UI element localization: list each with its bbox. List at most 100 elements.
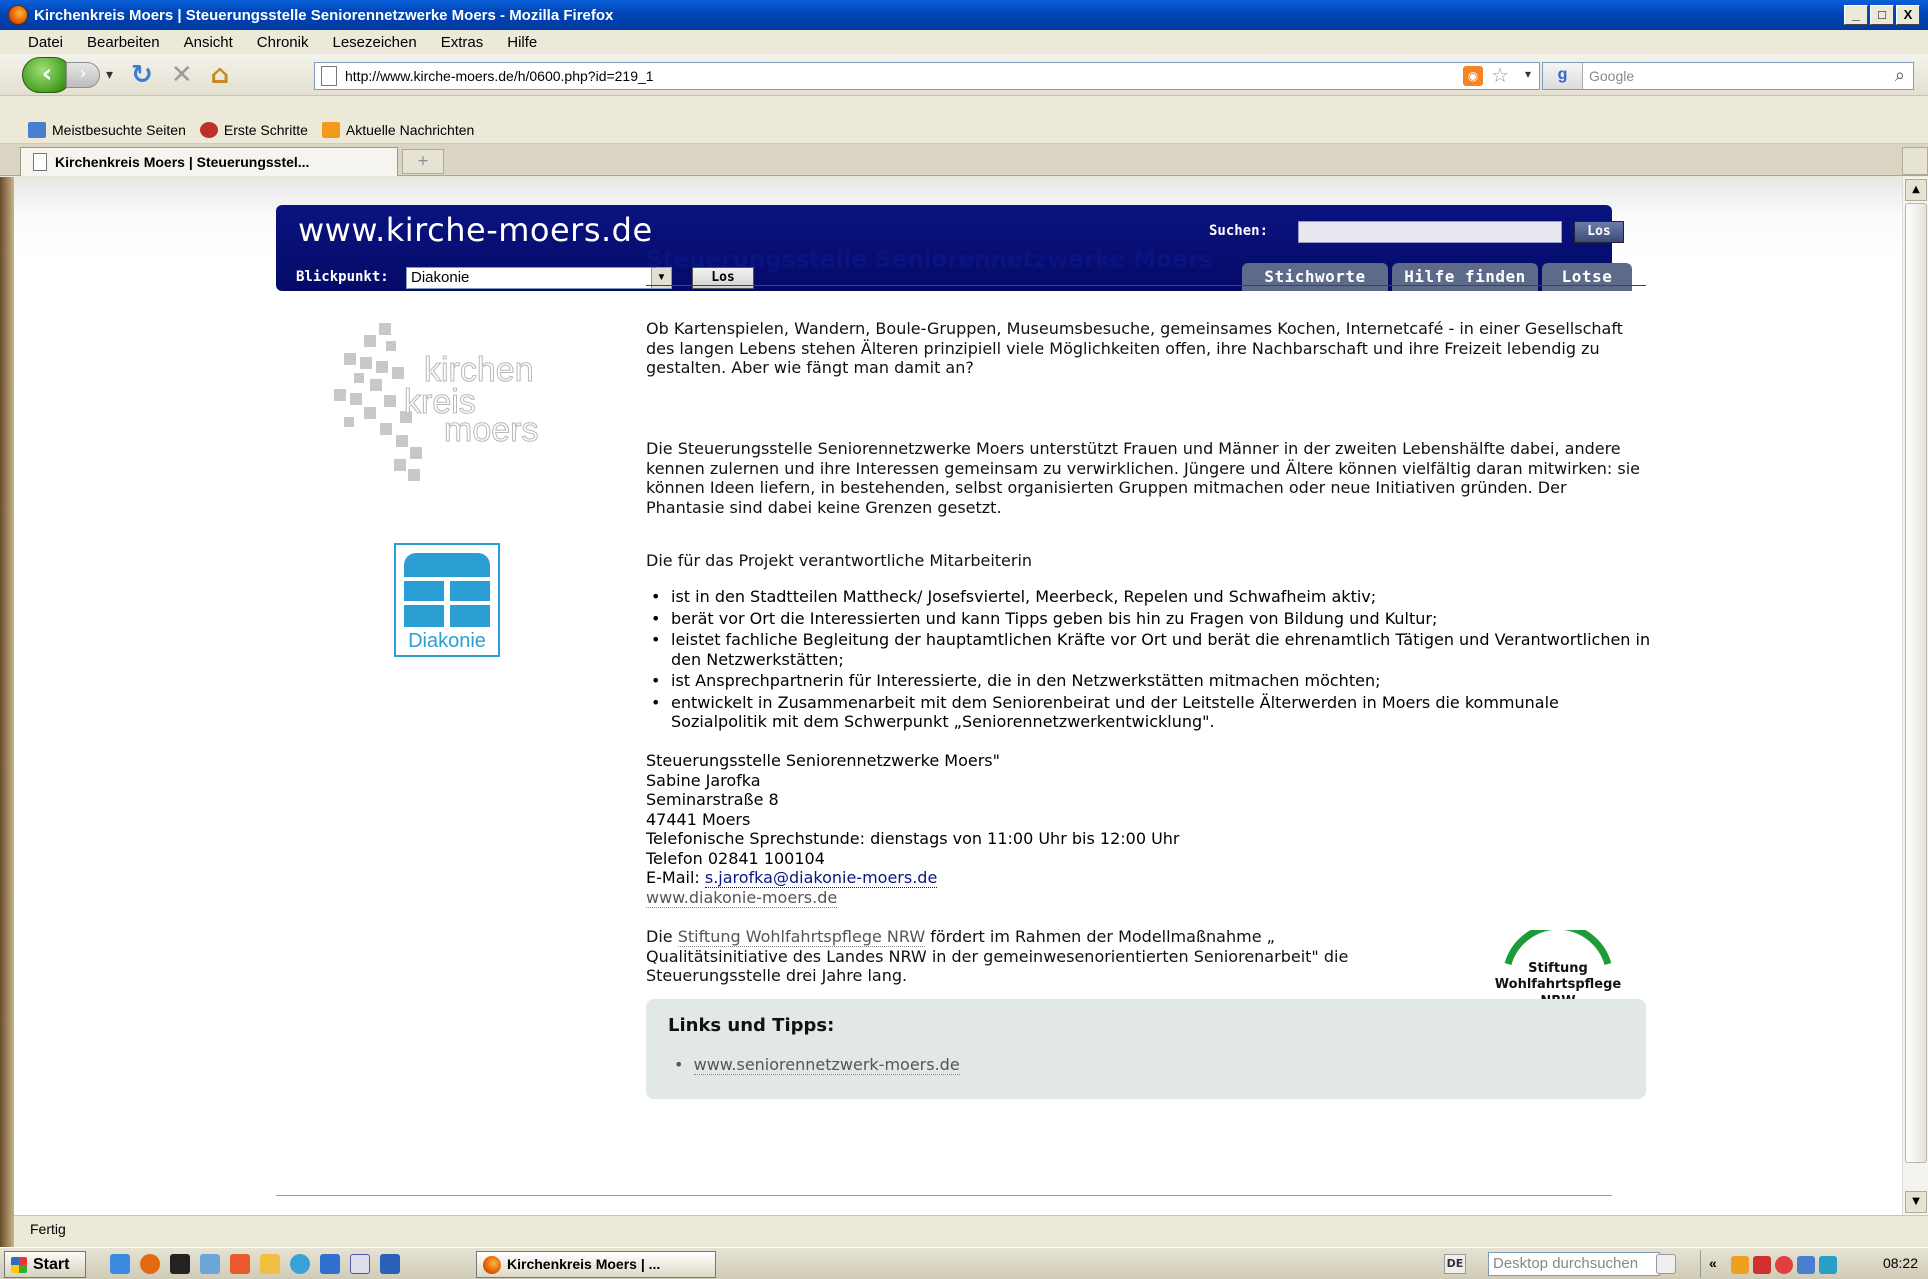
tray-icon-5[interactable]: [1819, 1256, 1837, 1274]
ie-icon[interactable]: [110, 1254, 130, 1274]
tips-title: Links und Tipps:: [668, 1015, 835, 1036]
email-link[interactable]: s.jarofka@diakonie-moers.de: [704, 868, 938, 888]
language-indicator[interactable]: DE: [1444, 1254, 1466, 1274]
funding-pre: Die: [646, 927, 678, 946]
site-search-input[interactable]: [1298, 221, 1562, 243]
forward-button[interactable]: ›: [66, 61, 100, 88]
reload-icon[interactable]: ↻: [131, 60, 153, 90]
bookmark-erste-schritte[interactable]: Erste Schritte: [199, 121, 308, 138]
url-text: http://www.kirche-moers.de/h/0600.php?id…: [345, 68, 654, 84]
blickpunkt-label: Blickpunkt:: [296, 269, 389, 285]
blickpunkt-value: Diakonie: [411, 269, 470, 286]
new-tab-button[interactable]: +: [402, 149, 444, 174]
console-icon[interactable]: [170, 1254, 190, 1274]
word-icon[interactable]: [380, 1254, 400, 1274]
url-dropdown-icon[interactable]: ▾: [1525, 67, 1531, 81]
responsibility-list: ist in den Stadtteilen Mattheck/ Josefsv…: [646, 587, 1656, 734]
list-item: ist in den Stadtteilen Mattheck/ Josefsv…: [646, 587, 1656, 607]
back-button[interactable]: ‹: [22, 56, 72, 93]
scroll-up-icon[interactable]: ▲: [1905, 179, 1927, 201]
tray-icon-1[interactable]: [1731, 1256, 1749, 1274]
address-line: Telefon 02841 100104: [646, 848, 825, 868]
tray-icon-2[interactable]: [1753, 1256, 1771, 1274]
menu-lesezeichen[interactable]: Lesezeichen: [332, 34, 416, 51]
firefox-icon[interactable]: [140, 1254, 160, 1274]
web-search-input[interactable]: g Google ⌕: [1542, 62, 1914, 90]
menu-datei[interactable]: Datei: [28, 34, 63, 51]
blickpunkt-select[interactable]: Diakonie ▼: [406, 267, 672, 289]
kk-logo-word-3: moers: [444, 411, 538, 449]
home-icon[interactable]: ⌂: [211, 60, 230, 90]
diakonie-shape-left: [404, 581, 444, 601]
tab-bar: Kirchenkreis Moers | Steuerungsstel... +: [0, 144, 1928, 176]
list-item: entwickelt in Zusammenarbeit mit dem Sen…: [646, 693, 1656, 732]
google-icon[interactable]: g: [1543, 63, 1583, 89]
ie-icon-2[interactable]: [320, 1254, 340, 1274]
search-icon[interactable]: [1656, 1254, 1676, 1274]
firefox-bookmark-icon: [199, 121, 218, 138]
menu-extras[interactable]: Extras: [441, 34, 484, 51]
address-line: 47441 Moers: [646, 809, 751, 829]
stiftung-logo-line-1: Stiftung: [1528, 961, 1588, 976]
article-paragraph-1: Ob Kartenspielen, Wandern, Boule-Gruppen…: [646, 319, 1623, 377]
rss-icon[interactable]: ◉: [1463, 66, 1483, 86]
search-icon[interactable]: ⌕: [1895, 65, 1905, 86]
stop-icon[interactable]: ✕: [171, 60, 193, 90]
kirchenkreis-logo: kirchen kreis moers: [334, 323, 539, 481]
diakonie-web-link[interactable]: www.diakonie-moers.de: [646, 887, 838, 908]
bookmark-star-icon[interactable]: ☆: [1491, 63, 1509, 88]
seniorennetzwerk-link[interactable]: www.seniorennetzwerk-moers.de: [693, 1055, 960, 1075]
folder-icon[interactable]: [260, 1254, 280, 1274]
diakonie-text: Diakonie: [408, 630, 486, 652]
tray-expand-icon[interactable]: «: [1709, 1255, 1717, 1271]
page-viewport: www.kirche-moers.de Suchen: Los Blickpun…: [14, 177, 1902, 1215]
bookmarks-toolbar: Meistbesuchte Seiten Erste Schritte Aktu…: [0, 116, 1928, 144]
minimize-button[interactable]: _: [1844, 5, 1868, 25]
article-paragraph-2: Die Steuerungsstelle Seniorennetzwerke M…: [646, 439, 1640, 517]
office-icon[interactable]: [230, 1254, 250, 1274]
maximize-button[interactable]: □: [1870, 5, 1894, 25]
system-tray: « 08:22: [1700, 1250, 1928, 1278]
page-icon: [321, 66, 337, 86]
menu-bearbeiten[interactable]: Bearbeiten: [87, 34, 160, 51]
url-bar[interactable]: http://www.kirche-moers.de/h/0600.php?id…: [314, 62, 1540, 90]
start-button[interactable]: Start: [4, 1251, 86, 1278]
menu-ansicht[interactable]: Ansicht: [184, 34, 233, 51]
desktop-search-input[interactable]: Desktop durchsuchen: [1488, 1252, 1660, 1276]
stiftung-link[interactable]: Stiftung Wohlfahrtspflege NRW: [677, 927, 926, 947]
address-line: Sabine Jarofka: [646, 770, 761, 790]
scroll-thumb[interactable]: [1905, 203, 1927, 1163]
task-firefox[interactable]: Kirchenkreis Moers | ...: [476, 1251, 716, 1278]
list-item: ist Ansprechpartnerin für Interessierte,…: [646, 671, 1656, 691]
links-tips-box: Links und Tipps: • www.seniorennetzwerk-…: [646, 999, 1646, 1099]
tray-icon-4[interactable]: [1797, 1256, 1815, 1274]
tab-kirchenkreis-moers[interactable]: Kirchenkreis Moers | Steuerungsstel...: [20, 147, 398, 176]
menu-hilfe[interactable]: Hilfe: [507, 34, 537, 51]
diakonie-shape-bl: [404, 605, 444, 627]
site-search-button[interactable]: Los: [1574, 221, 1624, 243]
close-button[interactable]: X: [1896, 5, 1920, 25]
list-item: leistet fachliche Begleitung der hauptam…: [646, 630, 1656, 669]
web-line: www.diakonie-moers.de: [646, 887, 1180, 908]
diakonie-logo[interactable]: Diakonie: [394, 543, 500, 657]
status-text: Fertig: [30, 1221, 66, 1237]
bookmark-label: Erste Schritte: [223, 121, 308, 138]
site-logo[interactable]: www.kirche-moers.de: [298, 211, 653, 249]
wordpad-icon[interactable]: [350, 1254, 370, 1274]
menu-chronik[interactable]: Chronik: [257, 34, 309, 51]
tray-icon-3[interactable]: [1775, 1256, 1793, 1274]
bookmark-meistbesuchte[interactable]: Meistbesuchte Seiten: [28, 121, 186, 138]
search-label: Suchen:: [1209, 223, 1269, 239]
tips-list-item: • www.seniorennetzwerk-moers.de: [674, 1055, 960, 1075]
history-dropdown-icon[interactable]: ▾: [106, 67, 113, 83]
web-search-placeholder: Google: [1589, 68, 1635, 84]
tab-list-button[interactable]: [1902, 147, 1928, 175]
explorer-icon[interactable]: [200, 1254, 220, 1274]
vertical-scrollbar[interactable]: ▲ ▼: [1902, 177, 1928, 1215]
media-icon[interactable]: [290, 1254, 310, 1274]
rss-icon: [321, 121, 340, 138]
diakonie-shape-right: [450, 581, 490, 601]
bookmark-aktuelle-nachrichten[interactable]: Aktuelle Nachrichten: [321, 121, 474, 138]
scroll-down-icon[interactable]: ▼: [1905, 1191, 1927, 1213]
list-item: berät vor Ort die Interessierten und kan…: [646, 609, 1656, 629]
